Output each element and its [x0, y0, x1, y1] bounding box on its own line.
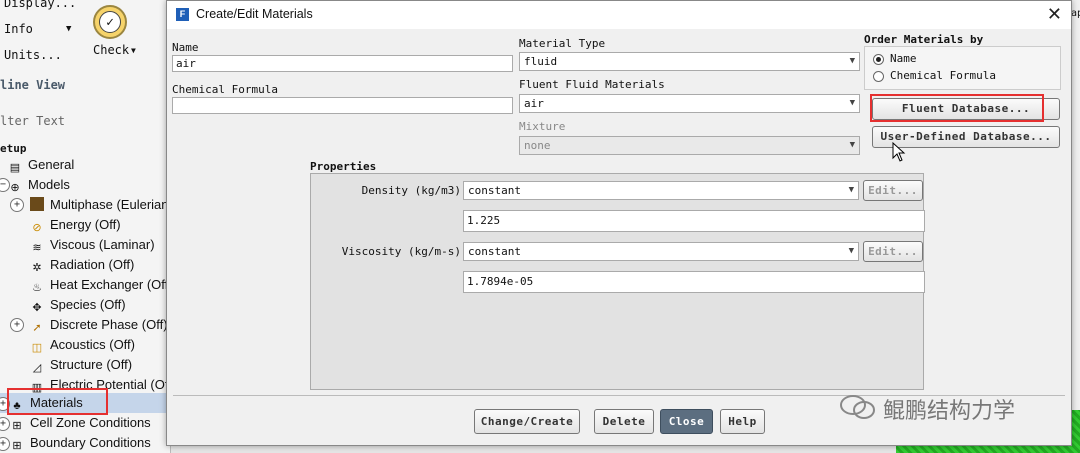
- fluent-fluid-materials-value: air: [524, 97, 544, 110]
- chevron-down-icon: ▼: [848, 185, 854, 195]
- boundary-conditions-icon: ⊞: [12, 440, 22, 452]
- chevron-down-icon: ▼: [849, 56, 855, 66]
- tree-item-structure[interactable]: ◿ Structure (Off): [30, 355, 132, 375]
- change-create-button[interactable]: Change/Create: [474, 409, 580, 434]
- right-edge-text: ap: [1071, 8, 1080, 19]
- name-input[interactable]: air: [172, 55, 513, 72]
- density-edit-button[interactable]: Edit...: [863, 180, 923, 201]
- order-by-name-label[interactable]: Name: [890, 52, 917, 65]
- fluent-app-icon: F: [176, 8, 189, 21]
- tree-item-general[interactable]: ▤ General: [8, 155, 74, 175]
- tree-item-cell-zone-conditions[interactable]: ⊞ Cell Zone Conditions: [10, 413, 150, 433]
- chevron-down-icon: ▼: [848, 246, 854, 256]
- tree-item-boundary-conditions[interactable]: ⊞ Boundary Conditions: [10, 433, 150, 453]
- dialog-titlebar[interactable]: F Create/Edit Materials ✕: [167, 1, 1071, 29]
- cell-zone-icon: ⊞: [12, 420, 22, 432]
- order-materials-group: Name Chemical Formula: [864, 46, 1061, 90]
- dialog-title: Create/Edit Materials: [196, 7, 313, 21]
- tree-item-discrete-phase[interactable]: ➚ Discrete Phase (Off): [30, 315, 167, 335]
- help-button[interactable]: Help: [720, 409, 765, 434]
- mixture-value: none: [524, 139, 551, 152]
- check-icon[interactable]: ✓: [93, 5, 127, 39]
- viscosity-method-value: constant: [468, 245, 521, 258]
- info-button[interactable]: Info: [4, 22, 33, 36]
- material-type-dropdown[interactable]: fluid ▼: [519, 52, 860, 71]
- close-icon[interactable]: ✕: [1047, 4, 1062, 25]
- multiphase-expander[interactable]: +: [10, 198, 24, 212]
- properties-title: Properties: [310, 160, 377, 173]
- tree-item-heat-exchanger[interactable]: ♨ Heat Exchanger (Off: [30, 275, 168, 295]
- models-icon: ⊕: [10, 182, 20, 194]
- properties-panel: Density (kg/m3) constant ▼ Edit... 1.225…: [310, 173, 925, 390]
- check-button[interactable]: Check: [93, 43, 129, 57]
- tree-item-viscous[interactable]: ≋ Viscous (Laminar): [30, 235, 154, 255]
- cell-zone-expander[interactable]: +: [0, 417, 10, 431]
- order-by-formula-radio[interactable]: [873, 71, 884, 82]
- units-button[interactable]: Units...: [4, 48, 62, 62]
- check-dropdown-icon[interactable]: ▼: [131, 46, 136, 55]
- chevron-down-icon: ▼: [849, 140, 855, 150]
- order-materials-by-title: Order Materials by: [864, 33, 984, 46]
- material-type-value: fluid: [524, 55, 558, 68]
- tree-item-models[interactable]: ⊕ Models: [8, 175, 70, 195]
- acoustics-icon: ◫: [31, 342, 43, 354]
- close-button[interactable]: Close: [660, 409, 713, 434]
- discrete-phase-expander[interactable]: +: [10, 318, 24, 332]
- mixture-dropdown[interactable]: none ▼: [519, 136, 860, 155]
- delete-button[interactable]: Delete: [594, 409, 654, 434]
- viscous-icon: ≋: [32, 242, 42, 254]
- mixture-label: Mixture: [519, 120, 566, 133]
- discrete-phase-icon: ➚: [32, 322, 42, 334]
- create-edit-materials-dialog: F Create/Edit Materials ✕ Name air Chemi…: [166, 0, 1072, 446]
- multiphase-icon: [30, 197, 44, 211]
- chemical-formula-input[interactable]: [172, 97, 513, 114]
- order-by-name-radio[interactable]: [873, 54, 884, 65]
- viscosity-label: Viscosity (kg/m-s): [341, 245, 461, 258]
- energy-icon: ⊘: [32, 222, 42, 234]
- display-button[interactable]: Display...: [4, 0, 76, 10]
- density-value-input[interactable]: 1.225: [463, 210, 925, 232]
- fluent-database-highlight-box: [870, 94, 1044, 122]
- chevron-down-icon: ▼: [849, 98, 855, 108]
- tree-item-energy[interactable]: ⊘ Energy (Off): [30, 215, 120, 235]
- material-type-label: Material Type: [519, 37, 606, 50]
- chemical-formula-label: Chemical Formula: [172, 83, 278, 96]
- boundary-conditions-expander[interactable]: +: [0, 437, 10, 451]
- density-method-dropdown[interactable]: constant ▼: [463, 181, 859, 200]
- tree-item-acoustics[interactable]: ◫ Acoustics (Off): [30, 335, 135, 355]
- outline-view-title: line View: [0, 78, 66, 92]
- tree-item-radiation[interactable]: ✲ Radiation (Off): [30, 255, 134, 275]
- watermark-text: 鲲鹏结构力学: [883, 399, 1016, 424]
- filter-text-input[interactable]: lter Text: [0, 114, 65, 128]
- species-icon: ✥: [32, 302, 42, 314]
- structure-icon: ◿: [32, 362, 42, 374]
- viscosity-method-dropdown[interactable]: constant ▼: [463, 242, 859, 261]
- fluent-fluid-materials-label: Fluent Fluid Materials: [519, 78, 665, 91]
- info-dropdown-icon[interactable]: ▼: [66, 24, 71, 34]
- ribbon-toolbar: Display... Info ▼ Units... ✓ Check ▼: [0, 0, 170, 72]
- density-method-value: constant: [468, 184, 521, 197]
- tree-item-species[interactable]: ✥ Species (Off): [30, 295, 125, 315]
- name-label: Name: [172, 41, 199, 54]
- order-by-formula-label[interactable]: Chemical Formula: [890, 69, 996, 82]
- viscosity-edit-button[interactable]: Edit...: [863, 241, 923, 262]
- materials-highlight-box: [7, 388, 108, 415]
- density-label: Density (kg/m3): [361, 184, 461, 197]
- wechat-logo-icon: [840, 395, 875, 419]
- radiation-icon: ✲: [32, 262, 42, 274]
- tree-item-multiphase[interactable]: Multiphase (Eulerian: [30, 195, 169, 215]
- viscosity-value-input[interactable]: 1.7894e-05: [463, 271, 925, 293]
- general-icon: ▤: [9, 162, 21, 174]
- mouse-cursor-icon: [892, 142, 906, 162]
- outline-panel: Display... Info ▼ Units... ✓ Check ▼ lin…: [0, 0, 171, 453]
- heat-exchanger-icon: ♨: [32, 282, 42, 294]
- fluent-fluid-materials-dropdown[interactable]: air ▼: [519, 94, 860, 113]
